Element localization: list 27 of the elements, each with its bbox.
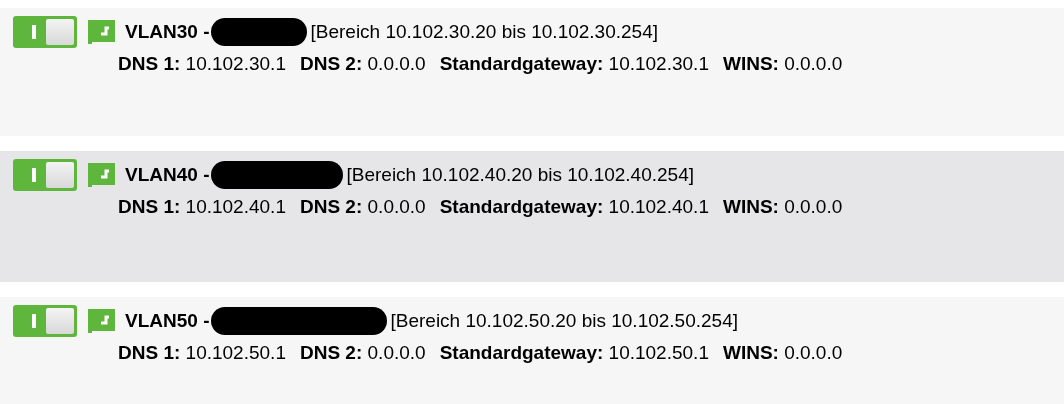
toggle-switch[interactable] (13, 159, 77, 192)
detail-text: DNS 1: 10.102.50.1 (118, 341, 286, 366)
detail-text: DNS 1: 10.102.30.1 (118, 52, 286, 76)
detail-text: WINS: 0.0.0.0 (722, 52, 843, 76)
network-name: VLAN50 - (125, 308, 210, 333)
toggle-switch[interactable] (13, 16, 77, 48)
detail-text: DNS 2: 0.0.0.0 (299, 195, 426, 220)
network-row[interactable]: VLAN50 - [Bereich 10.102.50.20 bis 10.102.50.254] DNS 1: 10.102.50.1 DNS 2: 0.0.0.0 Standardgateway: 10.102.50.1 WINS: 0.0.0.0 (0, 297, 1064, 404)
detail-text: DNS 1: 10.102.40.1 (118, 195, 286, 220)
network-card-icon (88, 20, 115, 44)
detail-text: DNS 2: 0.0.0.0 (299, 52, 426, 76)
address-range: [Bereich 10.102.30.20 bis 10.102.30.254] (310, 19, 659, 44)
network-card-icon (88, 163, 115, 188)
network-row[interactable]: VLAN30 - [Bereich 10.102.30.20 bis 10.102.30.254] DNS 1: 10.102.30.1 DNS 2: 0.0.0.0 Standardgateway: 10.102.30.1 WINS: 0.0.0.0 (0, 8, 1064, 137)
network-row[interactable]: VLAN40 - [Bereich 10.102.40.20 bis 10.102.40.254] DNS 1: 10.102.40.1 DNS 2: 0.0.0.0 Standardgateway: 10.102.40.1 WINS: 0.0.0.0 (0, 151, 1064, 283)
detail-text: WINS: 0.0.0.0 (722, 341, 843, 366)
network-name: VLAN40 - (125, 162, 210, 187)
address-range: [Bereich 10.102.50.20 bis 10.102.50.254] (390, 308, 739, 333)
network-card-icon (88, 309, 115, 334)
detail-text: Standardgateway: 10.102.50.1 (439, 341, 709, 366)
detail-text: WINS: 0.0.0.0 (722, 195, 843, 220)
network-name: VLAN30 - (125, 19, 210, 44)
address-range: [Bereich 10.102.40.20 bis 10.102.40.254] (346, 162, 695, 187)
detail-text: Standardgateway: 10.102.40.1 (439, 195, 709, 220)
detail-text: Standardgateway: 10.102.30.1 (439, 52, 709, 76)
detail-text: DNS 2: 0.0.0.0 (299, 341, 426, 366)
toggle-switch[interactable] (13, 305, 77, 338)
